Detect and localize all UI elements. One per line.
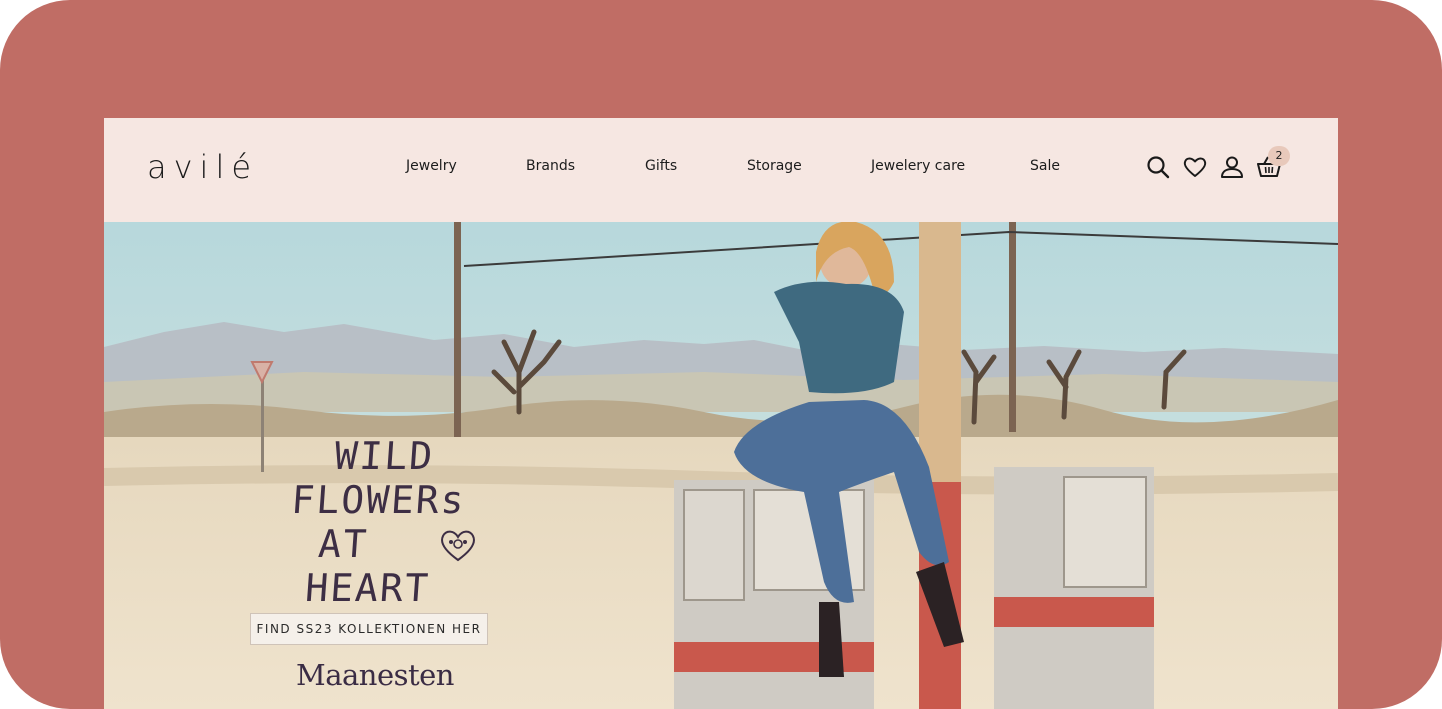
nav-jewelery-care[interactable]: Jewelery care [871,158,965,174]
site-header: avilé Jewelry Brands Gifts Storage Jewel… [104,118,1338,222]
heart-icon[interactable] [1182,154,1208,180]
heart-doodle-icon [441,530,475,562]
brand-name[interactable]: Maanesten [296,658,455,692]
hero-title-line: HEART [303,566,432,610]
nav-storage[interactable]: Storage [747,158,802,174]
website: avilé Jewelry Brands Gifts Storage Jewel… [104,118,1338,709]
hero-title-line: FLOWERs [290,478,468,522]
search-icon[interactable] [1145,154,1171,180]
nav-jewelry[interactable]: Jewelry [406,158,457,174]
user-icon[interactable] [1219,154,1245,180]
logo[interactable]: avilé [147,148,258,186]
window-frame: avilé Jewelry Brands Gifts Storage Jewel… [0,0,1442,709]
shop-collection-button[interactable]: FIND SS23 KOLLEKTIONEN HER [250,613,488,645]
hero-title-line: WILD [333,434,436,478]
hero-title: WILD FLOWERs AT HEART [274,434,486,610]
nav-gifts[interactable]: Gifts [645,158,677,174]
cart-count-badge: 2 [1268,146,1290,166]
nav-brands[interactable]: Brands [526,158,575,174]
nav-sale[interactable]: Sale [1030,158,1060,174]
